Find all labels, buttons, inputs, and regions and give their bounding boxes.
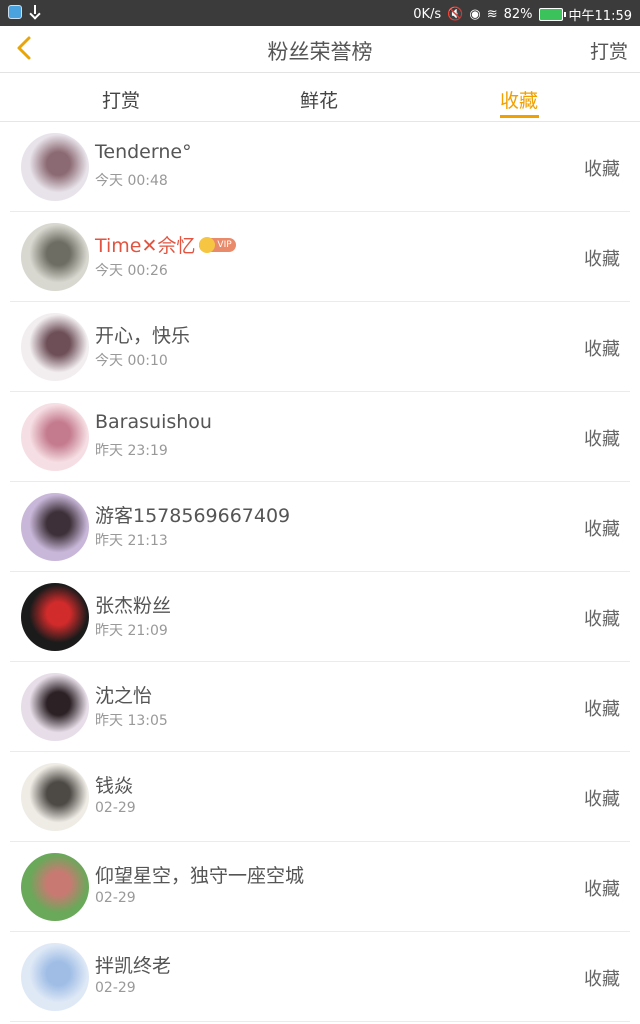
avatar[interactable] xyxy=(21,403,89,471)
avatar[interactable] xyxy=(21,313,89,381)
list-item[interactable]: 拌凯终老 02-29 收藏 xyxy=(10,932,630,1022)
download-icon xyxy=(28,5,42,19)
avatar[interactable] xyxy=(21,133,89,201)
fan-time: 今天 00:48 xyxy=(95,173,168,189)
header: 粉丝荣誉榜 打赏 xyxy=(0,26,640,73)
notification-icons xyxy=(8,5,42,19)
status-bar: 0K/s 🔇 ◉ ≋ 82% 中午11:59 xyxy=(0,0,640,26)
fan-name: 张杰粉丝 xyxy=(95,591,171,618)
fan-name: 沈之怡 xyxy=(95,681,152,708)
page-title: 粉丝荣誉榜 xyxy=(267,40,373,64)
fan-name-text: Barasuishou xyxy=(95,411,212,433)
fan-name-text: 拌凯终老 xyxy=(95,955,172,977)
fan-name-text: 仰望星空，独守一座空城 xyxy=(95,865,305,887)
vip-badge: VIP xyxy=(199,236,236,253)
fan-name-text: 开心，快乐 xyxy=(95,325,191,347)
list-item[interactable]: 游客1578569667409 昨天 21:13 收藏 xyxy=(10,482,630,572)
fan-name: 开心，快乐 xyxy=(95,321,190,348)
list-item[interactable]: 钱焱 02-29 收藏 xyxy=(10,752,630,842)
fan-name-text: Tenderne° xyxy=(95,141,192,163)
fan-time: 昨天 23:19 xyxy=(95,443,168,459)
list-item[interactable]: 张杰粉丝昨天 21:09 收藏 xyxy=(10,572,630,662)
fan-time: 02-29 xyxy=(95,800,136,816)
fan-time: 昨天 21:09 xyxy=(95,623,168,639)
avatar[interactable] xyxy=(21,583,89,651)
battery-icon xyxy=(538,8,566,21)
favorite-label: 收藏 xyxy=(584,879,620,900)
app-notification-icon xyxy=(8,5,22,19)
fan-time: 02-29 xyxy=(95,980,136,996)
list-item[interactable]: 沈之怡昨天 13:05 收藏 xyxy=(10,662,630,752)
battery-percent: 82% xyxy=(503,7,533,22)
fan-name: 拌凯终老 xyxy=(95,951,171,978)
fan-time: 今天 00:26 xyxy=(95,263,168,279)
wifi-icon: ≋ xyxy=(486,7,498,22)
reward-button[interactable]: 打赏 xyxy=(590,37,628,64)
favorite-label: 收藏 xyxy=(584,969,620,990)
list-item[interactable]: 开心，快乐今天 00:10 收藏 xyxy=(10,302,630,392)
favorite-label: 收藏 xyxy=(584,159,620,180)
list-item[interactable]: Barasuishou 昨天 23:19 收藏 xyxy=(10,392,630,482)
fan-time: 02-29 xyxy=(95,890,136,906)
tab-favorites[interactable]: 收藏 xyxy=(500,86,538,113)
fan-list: Tenderne° 今天 00:48 收藏 Time✕佘忆 VIP 今天 00:26 收藏开… xyxy=(0,122,640,1022)
status-indicators: 0K/s 🔇 ◉ ≋ 82% 中午11:59 xyxy=(413,5,632,24)
avatar[interactable] xyxy=(21,673,89,741)
avatar[interactable] xyxy=(21,223,89,291)
fan-name: 仰望星空，独守一座空城 xyxy=(95,861,304,888)
favorite-label: 收藏 xyxy=(584,699,620,720)
fan-name: Time✕佘忆 VIP xyxy=(95,231,236,258)
list-item[interactable]: Tenderne° 今天 00:48 收藏 xyxy=(10,122,630,212)
clock: 中午11:59 xyxy=(568,9,632,24)
fan-name-text: 钱焱 xyxy=(95,775,134,797)
network-speed: 0K/s xyxy=(413,7,442,22)
fan-time: 昨天 21:13 xyxy=(95,533,168,549)
tab-bar: 打赏 鲜花 收藏 xyxy=(0,73,640,122)
fan-name: 游客1578569667409 xyxy=(95,501,290,528)
favorite-label: 收藏 xyxy=(584,429,620,450)
fan-name: Tenderne° xyxy=(95,141,192,163)
avatar[interactable] xyxy=(21,943,89,1011)
list-item[interactable]: 仰望星空，独守一座空城 02-29 收藏 xyxy=(10,842,630,932)
fan-time: 今天 00:10 xyxy=(95,353,168,369)
favorite-label: 收藏 xyxy=(584,789,620,810)
fan-name: Barasuishou xyxy=(95,411,212,433)
favorite-label: 收藏 xyxy=(584,339,620,360)
tab-flowers[interactable]: 鲜花 xyxy=(300,86,338,113)
eye-icon: ◉ xyxy=(469,7,481,22)
favorite-label: 收藏 xyxy=(584,249,620,270)
favorite-label: 收藏 xyxy=(584,609,620,630)
fan-name-text: Time✕佘忆 xyxy=(95,235,196,257)
fan-name-text: 张杰粉丝 xyxy=(95,595,172,617)
tab-reward[interactable]: 打赏 xyxy=(102,86,140,113)
fan-name: 钱焱 xyxy=(95,771,133,798)
avatar[interactable] xyxy=(21,493,89,561)
avatar[interactable] xyxy=(21,763,89,831)
fan-name-text: 沈之怡 xyxy=(95,685,153,707)
fan-name-text: 游客1578569667409 xyxy=(95,505,291,527)
avatar[interactable] xyxy=(21,853,89,921)
list-item[interactable]: Time✕佘忆 VIP 今天 00:26 收藏 xyxy=(10,212,630,302)
active-tab-indicator xyxy=(500,115,539,118)
fan-time: 昨天 13:05 xyxy=(95,713,168,729)
mute-icon: 🔇 xyxy=(447,7,464,22)
favorite-label: 收藏 xyxy=(584,519,620,540)
